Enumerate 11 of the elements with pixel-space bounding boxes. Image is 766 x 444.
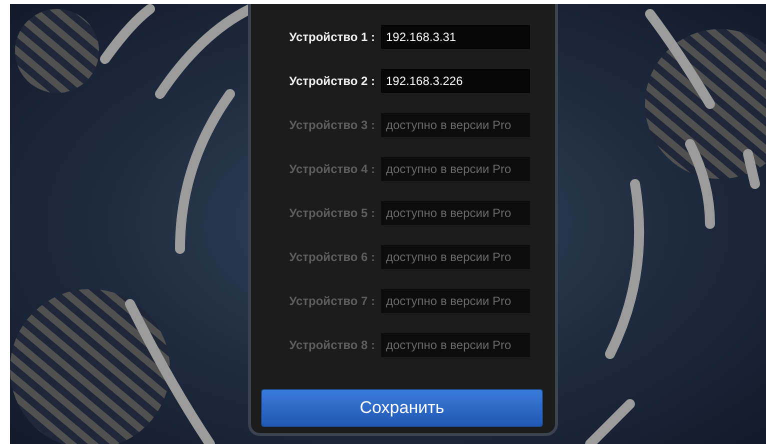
device-label: Устройство 2 : [288, 74, 375, 88]
device-label: Устройство 6 : [288, 250, 375, 264]
input-field[interactable]: 192.168.3.226 [381, 69, 530, 93]
device-label: Устройство 1 : [288, 30, 375, 44]
device-label: Устройство 8 : [288, 338, 375, 352]
device-label: Устройство 5 : [288, 206, 375, 220]
device-label: Устройство 3 : [288, 118, 375, 132]
input-field[interactable]: 192.168.3.31 [381, 25, 530, 49]
save-button[interactable]: Сохранить [261, 389, 543, 427]
device-label: Устройство 4 : [288, 162, 375, 176]
device-label: Устройство 7 : [288, 294, 375, 308]
